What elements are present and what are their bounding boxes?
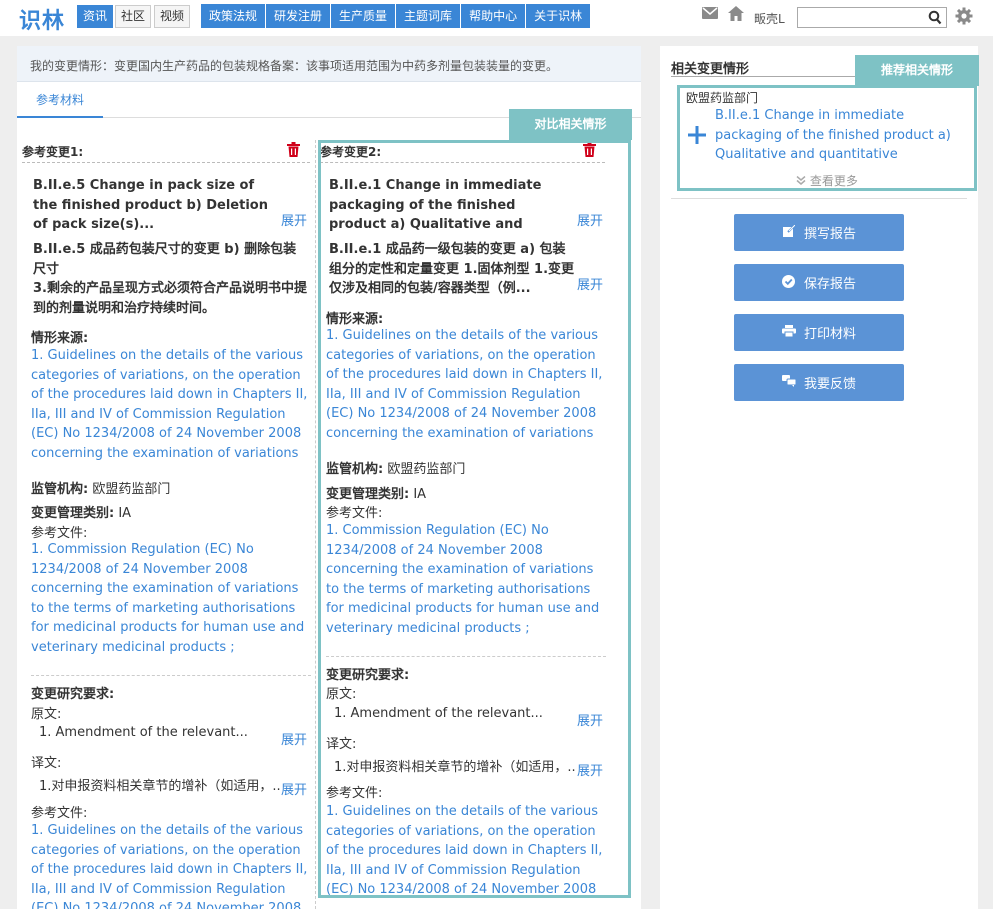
search-input[interactable] <box>798 8 926 27</box>
col1-expand-title[interactable]: 展开 <box>281 210 307 229</box>
col1-expand-translation[interactable]: 展开 <box>281 779 307 798</box>
nav-about[interactable]: 关于识林 <box>526 4 590 28</box>
recommended-tag: 推荐相关情形 <box>855 55 979 86</box>
nav-glossary[interactable]: 主题词库 <box>396 4 462 28</box>
plus-icon[interactable] <box>688 124 706 148</box>
col1-source-label: 情形来源: <box>31 331 89 346</box>
rec-source: 欧盟药监部门 <box>686 91 759 105</box>
mail-icon[interactable] <box>702 7 718 23</box>
rec-link[interactable]: B.II.e.1 Change in immediate packaging o… <box>715 106 970 165</box>
col1-header: 参考变更1: <box>22 143 310 163</box>
top-bar: 识林 资讯 社区 视频 政策法规 研发注册 生产质量 主题词库 帮助中心 关于识… <box>0 0 993 36</box>
save-report-button[interactable]: 保存报告 <box>734 264 904 301</box>
username[interactable]: 畈壳L <box>754 10 785 27</box>
channel-community[interactable]: 社区 <box>115 5 152 28</box>
site-logo[interactable]: 识林 <box>19 3 65 35</box>
col1-original-snippet: 1. Amendment of the relevant... <box>39 725 248 740</box>
col1-refdoc2-label: 参考文件: <box>31 806 88 821</box>
my-change-description: 我的变更情形：变更国内生产药品的包装规格备案：该事项适用范围为中药多剂量包装装量… <box>17 46 641 82</box>
chevron-down-icon <box>796 174 810 188</box>
col1-divider <box>31 675 311 676</box>
sidebar-panel: 相关变更情形 欧盟药监部门 B.II.e.1 Change in immedia… <box>660 46 978 909</box>
recommended-item[interactable]: 欧盟药监部门 B.II.e.1 Change in immediate pack… <box>677 85 977 191</box>
edit-icon <box>782 224 796 240</box>
col1-title-en[interactable]: B.II.e.5 Change in pack size of the fini… <box>33 176 277 235</box>
col1-translation-label: 译文: <box>31 756 62 771</box>
col1-agency: 监管机构: 欧盟药监部门 <box>31 482 171 497</box>
col1-refdoc2-link[interactable]: 1. Guidelines on the details of the vari… <box>31 821 311 909</box>
search-icon[interactable] <box>928 9 942 29</box>
write-report-button[interactable]: 撰写报告 <box>734 214 904 251</box>
comments-icon <box>781 375 797 390</box>
search-box <box>797 7 947 28</box>
channel-video[interactable]: 视频 <box>154 5 191 28</box>
compare-highlight <box>318 140 631 898</box>
tab-reference-materials[interactable]: 参考材料 <box>17 82 103 118</box>
col1-translation-snippet: 1.对申报资料相关章节的增补（如适用，... <box>39 779 281 793</box>
sidebar-title: 相关变更情形 <box>671 62 750 77</box>
gear-icon[interactable] <box>955 7 973 29</box>
view-more[interactable]: 查看更多 <box>680 172 974 189</box>
channel-news[interactable]: 资讯 <box>77 5 114 28</box>
col1-expand-original[interactable]: 展开 <box>281 729 307 748</box>
home-icon[interactable] <box>728 6 744 25</box>
col1-category: 变更管理类别: IA <box>31 506 132 521</box>
print-icon <box>781 325 796 340</box>
col1-refdoc-link[interactable]: 1. Commission Regulation (EC) No 1234/20… <box>31 540 311 657</box>
column-divider <box>315 140 316 909</box>
print-materials-button[interactable]: 打印材料 <box>734 314 904 351</box>
trash-icon[interactable] <box>287 142 300 161</box>
main-nav: 政策法规 研发注册 生产质量 主题词库 帮助中心 关于识林 <box>201 4 591 28</box>
col1-source-link[interactable]: 1. Guidelines on the details of the vari… <box>31 346 311 463</box>
compare-tag: 对比相关情形 <box>509 109 632 140</box>
feedback-button[interactable]: 我要反馈 <box>734 364 904 401</box>
col1-original-label: 原文: <box>31 707 62 722</box>
nav-quality[interactable]: 生产质量 <box>331 4 397 28</box>
nav-policy[interactable]: 政策法规 <box>201 4 267 28</box>
col1-research-label: 变更研究要求: <box>31 687 115 702</box>
nav-rnd[interactable]: 研发注册 <box>266 4 332 28</box>
nav-help[interactable]: 帮助中心 <box>461 4 527 28</box>
col1-refdoc-label: 参考文件: <box>31 526 88 541</box>
col1-subtitle-cn: 3.剩余的产品呈现方式必须符合产品说明书中提到的剂量说明和治疗持续时间。 <box>33 281 307 316</box>
check-circle-icon <box>782 274 796 291</box>
col1-title-cn: B.II.e.5 成品药包装尺寸的变更 b) 删除包装尺寸 <box>33 242 297 277</box>
sidebar-separator <box>671 198 967 199</box>
